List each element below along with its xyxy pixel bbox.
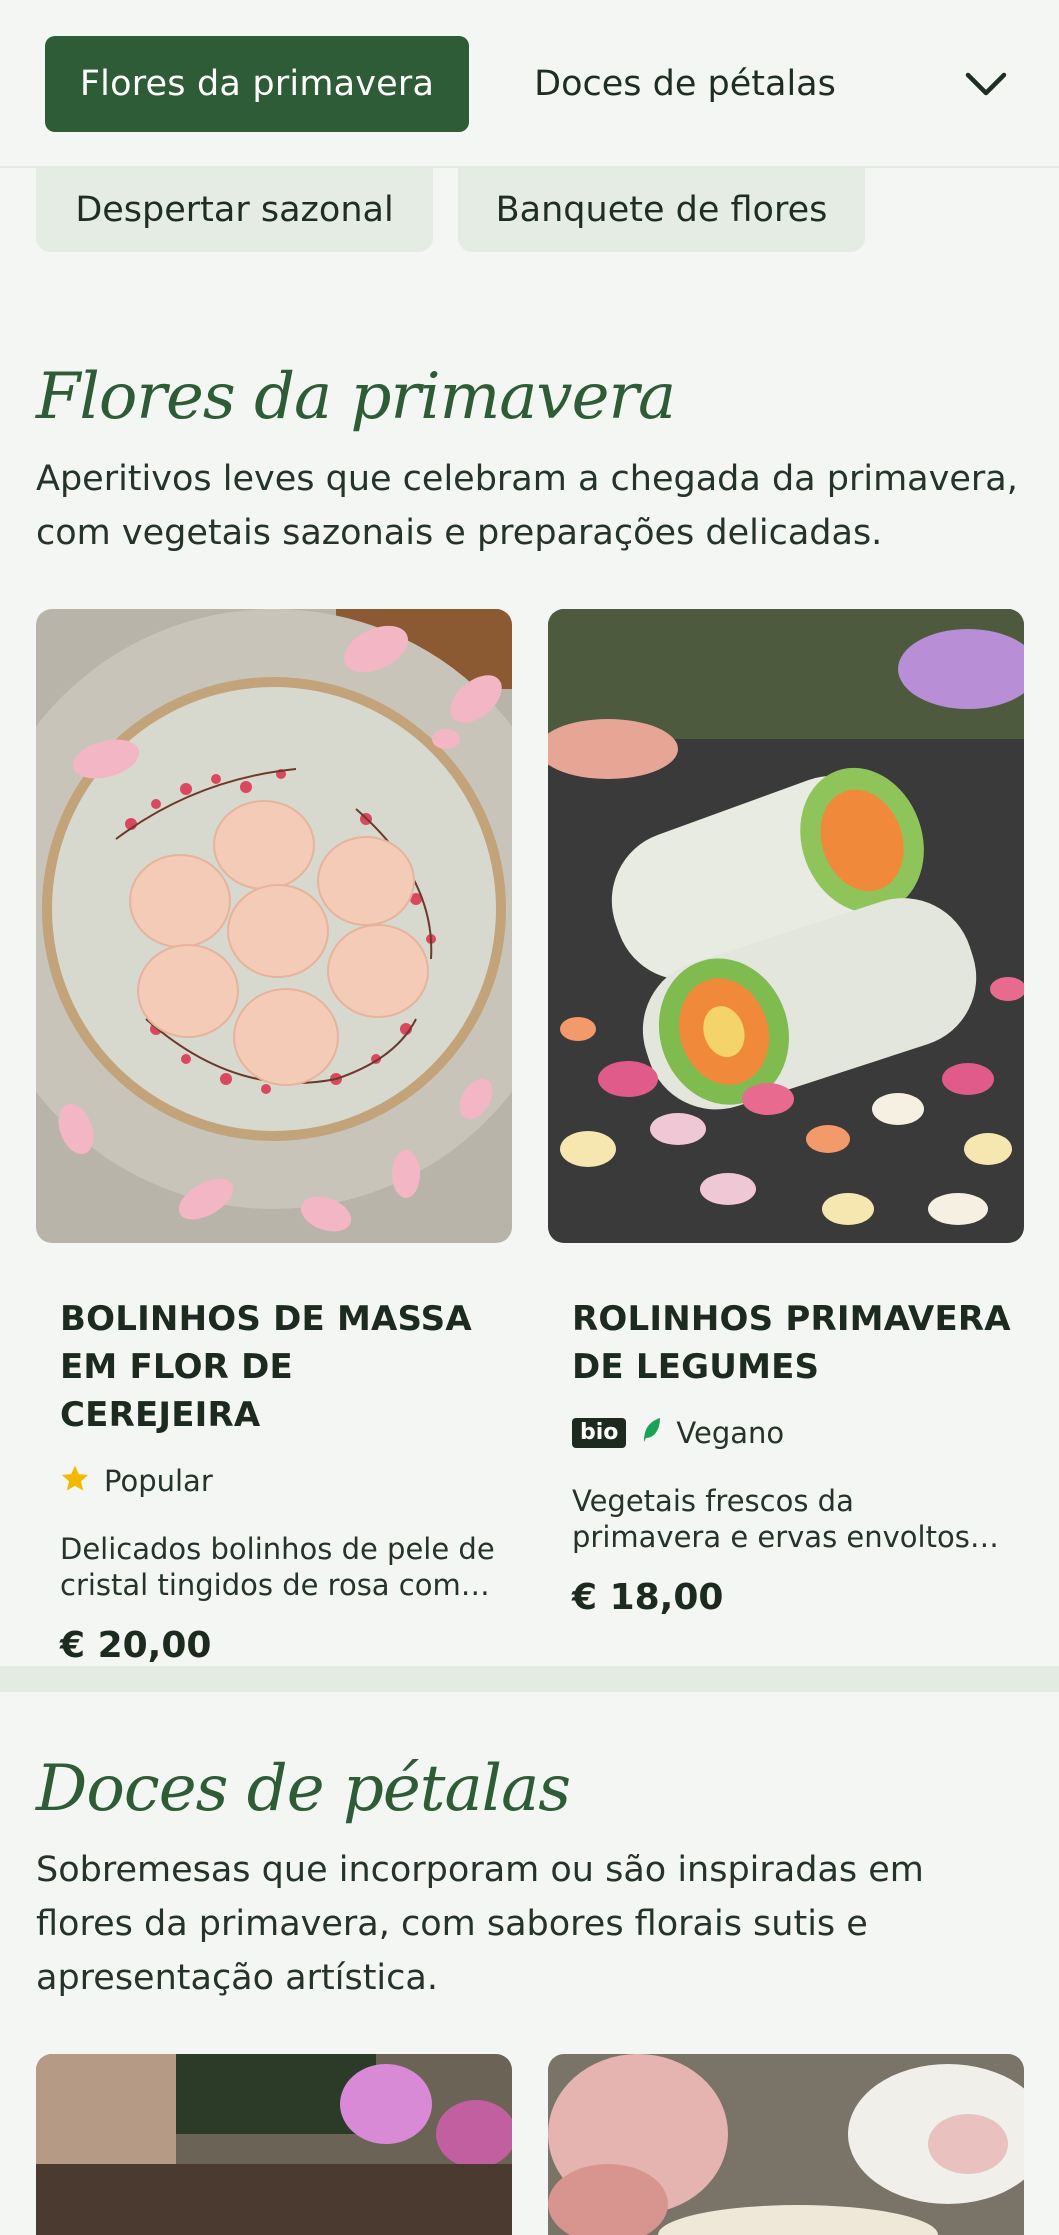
leaf-icon <box>640 1416 662 1451</box>
menu-item-card[interactable]: ROLINHOS PRIMAVERA DE LEGUMES bio Vegano… <box>548 609 1024 1618</box>
menu-item-card[interactable]: BOLINHOS DE MASSA EM FLOR DE CEREJEIRA P… <box>36 609 512 1666</box>
dessert-photo <box>36 2054 512 2235</box>
category-chip-doces-de-petalas[interactable]: Doces de pétalas <box>500 36 870 132</box>
category-chips-overflow: Despertar sazonal Banquete de flores <box>0 168 1059 252</box>
section-title: Doces de pétalas <box>36 1752 571 1826</box>
menu-item-description: Delicados bolinhos de pele de cristal ti… <box>60 1532 495 1602</box>
category-chip-flores-da-primavera[interactable]: Flores da primavera <box>45 36 469 132</box>
menu-item-tags: bio Vegano <box>572 1413 1024 1453</box>
tag-label: Vegano <box>676 1416 785 1450</box>
menu-item-tags: Popular <box>60 1461 512 1501</box>
star-icon <box>60 1463 90 1500</box>
spring-rolls-photo <box>548 609 1024 1243</box>
section-title: Flores da primavera <box>36 360 676 434</box>
menu-item-name: ROLINHOS PRIMAVERA DE LEGUMES <box>572 1299 1011 1387</box>
bio-badge: bio <box>572 1418 627 1448</box>
section-divider <box>0 1666 1059 1692</box>
menu-item-description: Vegetais frescos da primavera e ervas en… <box>572 1484 970 1554</box>
chevron-down-icon[interactable] <box>960 58 1012 110</box>
category-nav: Flores da primavera Doces de pétalas <box>0 0 1059 168</box>
menu-item-name: BOLINHOS DE MASSA EM FLOR DE CEREJEIRA <box>60 1299 472 1435</box>
section-description: Sobremesas que incorporam ou são inspira… <box>36 1850 924 1998</box>
menu-item-card[interactable] <box>548 2054 1024 2235</box>
section-description: Aperitivos leves que celebram a chegada … <box>36 459 1018 553</box>
menu-item-price: € 18,00 <box>572 1577 724 1618</box>
menu-item-card[interactable] <box>36 2054 512 2235</box>
dumplings-photo <box>36 609 512 1243</box>
tag-label: Popular <box>104 1464 213 1498</box>
menu-item-price: € 20,00 <box>60 1625 212 1666</box>
dessert-photo <box>548 2054 1024 2235</box>
category-chip-banquete-de-flores[interactable]: Banquete de flores <box>458 168 865 252</box>
category-chip-despertar-sazonal[interactable]: Despertar sazonal <box>36 168 433 252</box>
